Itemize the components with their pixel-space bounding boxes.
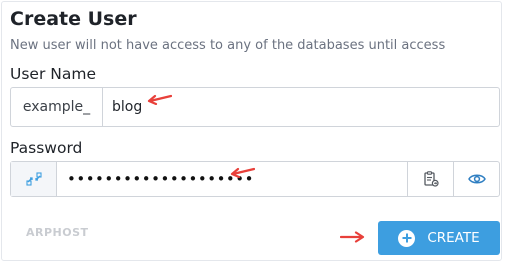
create-button[interactable]: CREATE	[378, 221, 500, 255]
annotation-arrow-username	[147, 94, 172, 105]
watermark-logo: ARPHOST	[26, 226, 89, 239]
copy-clipboard-icon	[423, 170, 439, 187]
plus-circle-icon	[398, 229, 416, 247]
generate-password-button[interactable]	[11, 162, 57, 196]
username-label: User Name	[10, 65, 96, 83]
password-label: Password	[10, 139, 83, 157]
toggle-password-visibility-button[interactable]	[453, 162, 499, 196]
password-input-group	[10, 161, 500, 197]
username-prefix: example_	[11, 88, 103, 126]
eye-icon	[467, 174, 486, 184]
copy-password-button[interactable]	[407, 162, 453, 196]
username-input-group: example_	[10, 87, 500, 127]
generate-password-icon	[25, 172, 42, 186]
create-user-panel: Create User New user will not have acces…	[1, 1, 502, 261]
annotation-arrow-password	[230, 167, 255, 178]
panel-title: Create User	[10, 8, 137, 30]
panel-subtitle: New user will not have access to any of …	[10, 38, 446, 53]
create-button-label: CREATE	[427, 230, 480, 246]
annotation-arrow-create	[340, 231, 365, 243]
